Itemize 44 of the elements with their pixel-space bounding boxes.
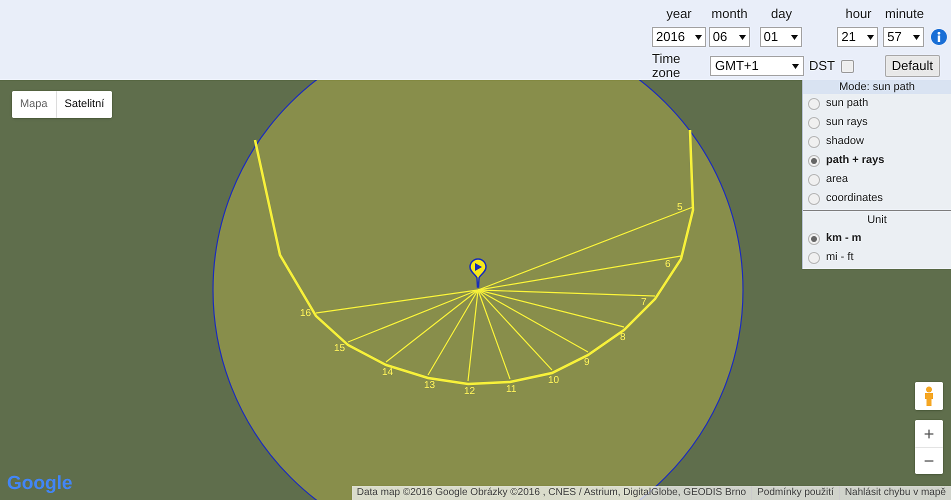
hour-label: 14 — [382, 368, 394, 378]
radio-label: sun rays — [826, 115, 868, 130]
google-logo: Google — [7, 472, 72, 496]
radio-label: sun path — [826, 96, 868, 112]
value-select[interactable]: 01 — [760, 27, 802, 47]
radio-label: path + rays — [826, 153, 884, 168]
timezone-label: Time zone — [652, 52, 682, 80]
hour-label: 11 — [506, 385, 516, 395]
radio-label: shadow — [826, 134, 864, 150]
field-label: minute — [884, 5, 925, 24]
panel-title: Mode: sun path — [803, 80, 951, 94]
value-select[interactable]: 06 — [708, 27, 750, 47]
value-select[interactable]: 21 — [837, 27, 878, 47]
map-link[interactable]: Nahlásit chybu v mapě — [838, 486, 951, 500]
hour-label: 13 — [424, 381, 436, 391]
hour-label: 8 — [620, 333, 626, 343]
hour-label: 7 — [641, 298, 647, 308]
field-label: hour — [844, 5, 873, 24]
zoom-in-button[interactable]: + — [915, 420, 943, 447]
radio-label: coordinates — [826, 191, 883, 206]
dst-label: DST — [809, 57, 835, 76]
radio-label: area — [826, 172, 848, 188]
panel-title: Unit — [866, 213, 888, 228]
hour-label: 6 — [665, 260, 671, 270]
value-select[interactable]: 2016 — [652, 27, 706, 47]
hour-label: 15 — [334, 344, 346, 354]
map-link[interactable]: Podmínky použití — [751, 486, 839, 500]
attribution-text: Data map ©2016 Google Obrázky ©2016 , CNES / Astrium, DigitalGlobe, GEODIS Brno — [356, 486, 748, 500]
timezone-select[interactable]: GMT+1 — [710, 56, 804, 76]
hour-label: 9 — [584, 358, 590, 368]
radio-label: km - m — [826, 231, 862, 246]
hour-label: 10 — [548, 376, 560, 386]
map-type-tab[interactable]: Mapa — [12, 91, 56, 118]
hour-label: 12 — [464, 387, 476, 397]
field-label: month — [710, 5, 749, 24]
value-select[interactable]: 57 — [883, 27, 924, 47]
default-button[interactable]: Default — [884, 55, 940, 77]
map-type-tab[interactable]: Satelitní — [56, 91, 112, 118]
hour-label: 16 — [300, 309, 312, 319]
hour-label: 5 — [677, 203, 683, 213]
radio-label: mi - ft — [826, 250, 854, 266]
zoom-out-button[interactable]: − — [915, 447, 943, 474]
field-label: day — [770, 5, 793, 24]
field-label: year — [665, 5, 693, 24]
